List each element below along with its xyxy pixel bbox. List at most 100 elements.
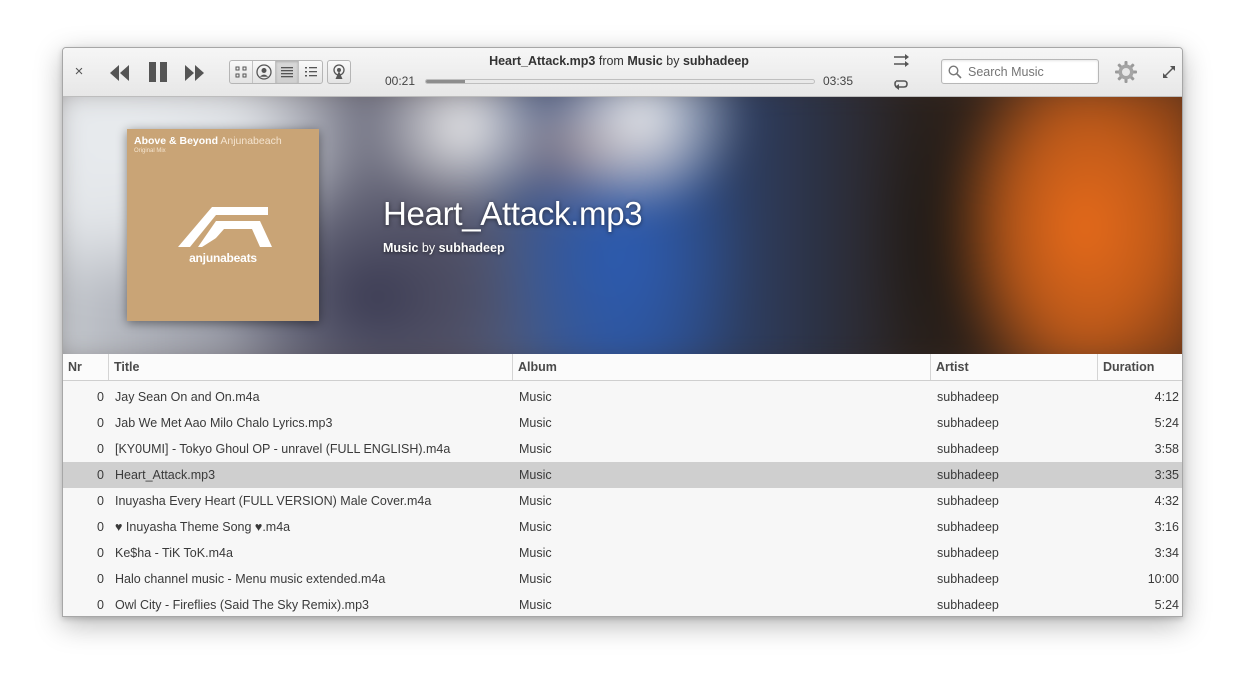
seek-bar[interactable] (425, 79, 815, 84)
cell-artist: subhadeep (937, 494, 999, 508)
cell-title: Jay Sean On and On.m4a (115, 390, 260, 404)
now-playing-banner: Above & Beyond Anjunabeach Original Mix … (63, 97, 1182, 354)
cell-artist: subhadeep (937, 520, 999, 534)
music-window: × Heart_Attack.mp3 from Music by subhade… (62, 47, 1183, 617)
previous-button[interactable] (108, 62, 132, 84)
cell-nr: 0 (97, 520, 104, 534)
track-table: Nr Title Album Artist Duration 0 Jay Sean… (63, 354, 1182, 616)
cell-title: Owl City - Fireflies (Said The Sky Remix… (115, 598, 369, 612)
column-header-artist[interactable]: Artist (931, 354, 1098, 380)
cell-album: Music (519, 546, 552, 560)
cell-artist: subhadeep (937, 442, 999, 456)
cell-title: ♥ Inuyasha Theme Song ♥.m4a (115, 520, 291, 534)
cell-artist: subhadeep (937, 416, 999, 430)
banner-album: Music (383, 241, 419, 255)
cell-album: Music (519, 598, 552, 612)
radio-icon (333, 64, 345, 79)
now-playing-from: from (598, 54, 624, 68)
cell-duration: 3:16 (1154, 520, 1179, 534)
header-bar: × Heart_Attack.mp3 from Music by subhade… (63, 48, 1182, 97)
cell-duration: 4:12 (1154, 390, 1179, 404)
cell-duration: 5:24 (1154, 598, 1179, 612)
next-icon (185, 65, 204, 81)
next-button[interactable] (182, 62, 206, 84)
shuffle-icon (894, 54, 909, 67)
table-row[interactable]: 0 Halo channel music - Menu music extende… (63, 566, 1182, 592)
album-art-artist: Above & Beyond Anjunabeach (134, 135, 282, 147)
table-row[interactable]: 0 Owl City - Fireflies (Said The Sky Remi… (63, 592, 1182, 616)
album-art: Above & Beyond Anjunabeach Original Mix … (127, 129, 319, 321)
search-box[interactable] (941, 59, 1099, 84)
album-art-label: anjunabeats (189, 251, 257, 265)
column-view-button[interactable] (299, 61, 322, 83)
cell-album: Music (519, 416, 552, 430)
track-rows: 0 Jay Sean On and On.m4a Music subhadeep 4:1… (63, 384, 1182, 616)
previous-icon (110, 65, 129, 81)
settings-button[interactable] (1114, 60, 1138, 84)
column-view-icon (304, 67, 317, 77)
cell-title: Jab We Met Aao Milo Chalo Lyrics.mp3 (115, 416, 333, 430)
cell-artist: subhadeep (937, 546, 999, 560)
column-header-album[interactable]: Album (513, 354, 931, 380)
artist-view-button[interactable] (253, 61, 276, 83)
close-button[interactable]: × (71, 64, 87, 80)
maximize-button[interactable] (1161, 64, 1177, 80)
search-input[interactable] (968, 64, 1093, 79)
pause-icon (149, 62, 167, 82)
table-row[interactable]: 0 Heart_Attack.mp3 Music subhadeep 3:35 (63, 462, 1182, 488)
cell-duration: 3:34 (1154, 546, 1179, 560)
cell-nr: 0 (97, 468, 104, 482)
cell-title: Halo channel music - Menu music extended… (115, 572, 386, 586)
cell-nr: 0 (97, 390, 104, 404)
cell-title: [KY0UMI] - Tokyo Ghoul OP - unravel (FUL… (115, 442, 451, 456)
pause-button[interactable] (146, 60, 170, 84)
cell-nr: 0 (97, 442, 104, 456)
cell-nr: 0 (97, 546, 104, 560)
now-playing-album: Music (627, 54, 663, 68)
now-playing-track: Heart_Attack.mp3 (489, 54, 596, 68)
cell-album: Music (519, 442, 552, 456)
gear-icon (1115, 61, 1137, 83)
cell-nr: 0 (97, 494, 104, 508)
table-row[interactable]: 0 ♥ Inuyasha Theme Song ♥.m4a Music subhade… (63, 514, 1182, 540)
cell-nr: 0 (97, 416, 104, 430)
grid-view-button[interactable] (230, 61, 253, 83)
time-elapsed: 00:21 (385, 74, 416, 88)
cell-nr: 0 (97, 598, 104, 612)
banner-by: by (421, 241, 436, 255)
album-art-mix: Original Mix (134, 148, 166, 154)
list-view-button[interactable] (276, 61, 299, 83)
cell-duration: 10:00 (1147, 572, 1179, 586)
radio-button[interactable] (327, 60, 351, 84)
shuffle-button[interactable] (892, 53, 910, 69)
grid-view-icon (235, 66, 247, 78)
banner-artist: subhadeep (438, 241, 505, 255)
cell-album: Music (519, 572, 552, 586)
table-row[interactable]: 0 Inuyasha Every Heart (FULL VERSION) Mal… (63, 488, 1182, 514)
column-header-duration[interactable]: Duration (1098, 354, 1182, 380)
cell-album: Music (519, 494, 552, 508)
cell-nr: 0 (97, 572, 104, 586)
table-row[interactable]: 0 Jab We Met Aao Milo Chalo Lyrics.mp3 Mus… (63, 410, 1182, 436)
table-row[interactable]: 0 [KY0UMI] - Tokyo Ghoul OP - unravel (FU… (63, 436, 1182, 462)
table-row[interactable]: 0 Jay Sean On and On.m4a Music subhadeep 4:1… (63, 384, 1182, 410)
table-header: Nr Title Album Artist Duration (63, 354, 1182, 381)
banner-track-title: Heart_Attack.mp3 (383, 195, 643, 232)
repeat-icon (894, 80, 908, 90)
banner-subtitle: Music by subhadeep (383, 241, 505, 255)
cell-artist: subhadeep (937, 572, 999, 586)
cell-title: Heart_Attack.mp3 (115, 468, 216, 482)
column-header-nr[interactable]: Nr (63, 354, 109, 380)
cell-album: Music (519, 520, 552, 534)
cell-artist: subhadeep (937, 468, 999, 482)
cell-artist: subhadeep (937, 390, 999, 404)
cell-title: Ke$ha - TiK ToK.m4a (115, 546, 233, 560)
now-playing-artist: subhadeep (682, 54, 749, 68)
column-header-title[interactable]: Title (109, 354, 513, 380)
cell-title: Inuyasha Every Heart (FULL VERSION) Male… (115, 494, 432, 508)
search-icon (948, 64, 962, 79)
table-row[interactable]: 0 Ke$ha - TiK ToK.m4a Music subhadeep 3:34 (63, 540, 1182, 566)
repeat-button[interactable] (892, 76, 910, 92)
cell-duration: 3:58 (1154, 442, 1179, 456)
close-icon: × (74, 63, 84, 80)
